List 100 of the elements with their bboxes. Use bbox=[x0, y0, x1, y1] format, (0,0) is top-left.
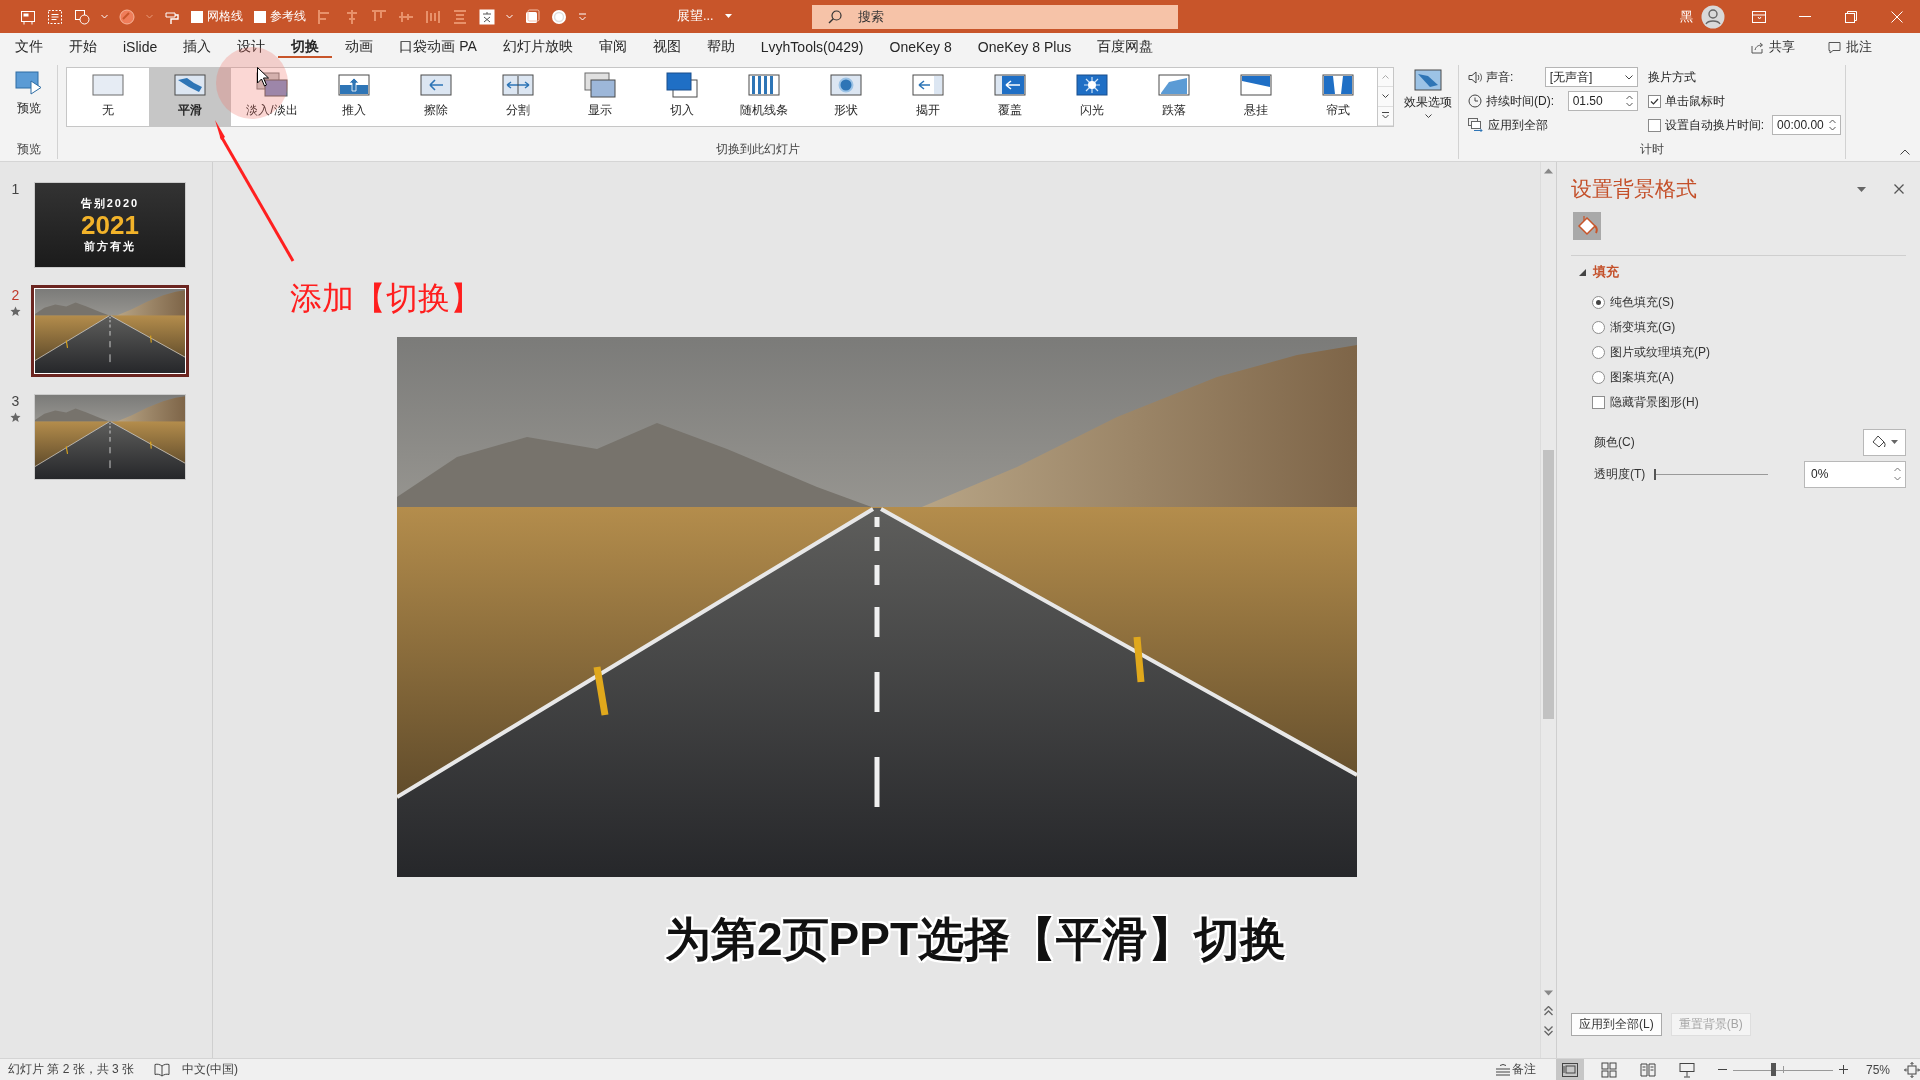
language-indicator[interactable]: 中文(中国) bbox=[182, 1061, 239, 1078]
transparency-slider[interactable] bbox=[1654, 468, 1768, 480]
transition-option[interactable]: 显示 bbox=[559, 68, 641, 126]
transition-option[interactable]: 帘式 bbox=[1297, 68, 1379, 126]
radio-label[interactable]: 渐变填充(G) bbox=[1610, 319, 1676, 336]
checkbox-label[interactable]: 设置自动换片时间: bbox=[1664, 116, 1765, 134]
menu-tab[interactable]: 帮助 bbox=[693, 33, 748, 61]
collapse-ribbon-icon[interactable] bbox=[1900, 149, 1910, 155]
menu-tab[interactable]: 口袋动画 PA bbox=[386, 33, 490, 61]
radio-button[interactable] bbox=[1592, 346, 1605, 359]
menu-action-button[interactable]: 批注 bbox=[1846, 38, 1872, 56]
close-icon bbox=[1891, 10, 1903, 23]
checkbox-label[interactable]: 隐藏背景图形(H) bbox=[1610, 394, 1699, 411]
checkbox[interactable] bbox=[1647, 118, 1661, 132]
radio-button[interactable] bbox=[1592, 296, 1605, 309]
caret-up-icon bbox=[1382, 75, 1389, 80]
menu-tab[interactable]: iSlide bbox=[110, 33, 171, 61]
transition-option[interactable]: 随机线条 bbox=[723, 68, 805, 126]
transition-option[interactable]: 揭开 bbox=[887, 68, 969, 126]
circle-icon[interactable] bbox=[551, 8, 567, 25]
zoom-slider[interactable] bbox=[1732, 1063, 1833, 1076]
menu-tab[interactable]: 设计 bbox=[224, 33, 279, 61]
vertical-scrollbar[interactable] bbox=[1540, 162, 1556, 1058]
menu-tab[interactable]: 百度网盘 bbox=[1084, 33, 1167, 61]
zoom-in-icon[interactable] bbox=[1838, 1065, 1848, 1074]
fill-color-icon[interactable] bbox=[119, 8, 135, 25]
view-button[interactable] bbox=[1555, 1059, 1584, 1080]
radio-button[interactable] bbox=[1592, 371, 1605, 384]
pane-options-icon[interactable] bbox=[1857, 186, 1866, 192]
zoom-slider-thumb[interactable] bbox=[1770, 1063, 1776, 1076]
duration-field[interactable]: 01.50 bbox=[1567, 91, 1638, 111]
avatar-icon[interactable] bbox=[1701, 4, 1725, 29]
proofing-book-icon[interactable] bbox=[154, 1062, 171, 1077]
menu-tab[interactable]: 视图 bbox=[639, 33, 694, 61]
dropdown-caret-icon[interactable] bbox=[725, 14, 733, 19]
radio-label[interactable]: 纯色填充(S) bbox=[1610, 294, 1674, 311]
checkbox-label[interactable]: 参考线 bbox=[270, 8, 306, 25]
transition-option[interactable]: 悬挂 bbox=[1215, 68, 1297, 126]
transition-option[interactable]: 推入 bbox=[313, 68, 395, 126]
section-heading[interactable]: 填充 bbox=[1593, 263, 1619, 281]
checkbox[interactable] bbox=[1592, 396, 1605, 409]
pane-title: 设置背景格式 bbox=[1571, 176, 1697, 202]
checkbox-label[interactable]: 网格线 bbox=[207, 8, 243, 25]
scrollbar-thumb[interactable] bbox=[1543, 450, 1554, 719]
color-label: 颜色(C) bbox=[1594, 433, 1636, 451]
slide-thumbnail[interactable] bbox=[31, 285, 189, 377]
search-field[interactable]: 搜索 bbox=[812, 4, 1179, 29]
advance-time-field[interactable]: 00:00.00 bbox=[1772, 115, 1842, 135]
transition-option[interactable]: 覆盖 bbox=[969, 68, 1051, 126]
menu-tab[interactable]: 插入 bbox=[170, 33, 225, 61]
text-box-icon[interactable] bbox=[47, 8, 63, 25]
checkbox[interactable] bbox=[254, 10, 266, 23]
menu-tab[interactable]: 审阅 bbox=[585, 33, 640, 61]
menu-action-button[interactable]: 共享 bbox=[1769, 38, 1795, 56]
slide-layout-icon[interactable] bbox=[20, 8, 36, 25]
menu-tab[interactable]: OneKey 8 bbox=[876, 33, 965, 61]
paint-bucket-icon[interactable] bbox=[1573, 212, 1601, 240]
slide-thumbnail[interactable]: 告别2020 2021 前方有光 bbox=[34, 182, 186, 268]
scroll-up-arrow-icon[interactable] bbox=[1544, 168, 1553, 174]
pane-button[interactable]: 应用到全部(L) bbox=[1571, 1013, 1662, 1036]
effect-options-button[interactable]: 效果选项 bbox=[1402, 67, 1454, 118]
next-slide-icon[interactable] bbox=[1544, 1026, 1553, 1036]
radio-label[interactable]: 图片或纹理填充(P) bbox=[1610, 344, 1710, 361]
slide-text: 2021 bbox=[81, 212, 139, 238]
checkbox[interactable] bbox=[1647, 94, 1661, 108]
checkbox-label[interactable]: 单击鼠标时 bbox=[1664, 92, 1725, 110]
transition-option[interactable]: 切入 bbox=[641, 68, 723, 126]
checkbox[interactable] bbox=[191, 10, 203, 23]
transition-option[interactable]: 形状 bbox=[805, 68, 887, 126]
menu-tab[interactable]: OneKey 8 Plus bbox=[964, 33, 1085, 61]
transition-option[interactable]: 分割 bbox=[477, 68, 559, 126]
menu-tab[interactable]: 幻灯片放映 bbox=[489, 33, 586, 61]
scroll-down-arrow-icon[interactable] bbox=[1544, 990, 1553, 996]
shapes-icon[interactable] bbox=[74, 8, 90, 25]
transition-option[interactable]: 跌落 bbox=[1133, 68, 1215, 126]
transition-option[interactable]: 平滑 bbox=[149, 68, 231, 126]
expand-triangle-icon[interactable] bbox=[1579, 268, 1586, 276]
transition-option[interactable]: 擦除 bbox=[395, 68, 477, 126]
previous-slide-icon[interactable] bbox=[1544, 1006, 1553, 1016]
square-icon[interactable] bbox=[524, 8, 540, 25]
close-icon[interactable] bbox=[1894, 184, 1904, 194]
zoom-level-text[interactable]: 75% bbox=[1865, 1062, 1890, 1077]
preview-button[interactable]: 预览 bbox=[8, 71, 49, 119]
menu-tab[interactable]: 动画 bbox=[332, 33, 387, 61]
radio-label[interactable]: 图案填充(A) bbox=[1610, 369, 1674, 386]
notes-button[interactable]: 备注 bbox=[1511, 1061, 1536, 1078]
sound-dropdown[interactable]: [无声音] bbox=[1544, 67, 1638, 87]
boxed-cross-icon[interactable] bbox=[479, 8, 495, 25]
color-picker-button[interactable] bbox=[1863, 428, 1906, 456]
menu-tab[interactable]: LvyhTools(0429) bbox=[747, 33, 877, 61]
transition-option[interactable]: 闪光 bbox=[1051, 68, 1133, 126]
fit-to-window-icon[interactable] bbox=[1904, 1061, 1920, 1078]
reading-view-icon bbox=[1638, 1060, 1657, 1079]
apply-to-all-button[interactable]: 应用到全部 bbox=[1488, 116, 1548, 134]
radio-button[interactable] bbox=[1592, 321, 1605, 334]
transition-option[interactable]: 无 bbox=[67, 68, 149, 126]
menu-tab[interactable]: 文件 bbox=[2, 33, 56, 61]
menu-tab[interactable]: 切换 bbox=[278, 33, 333, 61]
menu-tab[interactable]: 开始 bbox=[56, 33, 110, 61]
transparency-field[interactable]: 0% bbox=[1804, 460, 1906, 488]
